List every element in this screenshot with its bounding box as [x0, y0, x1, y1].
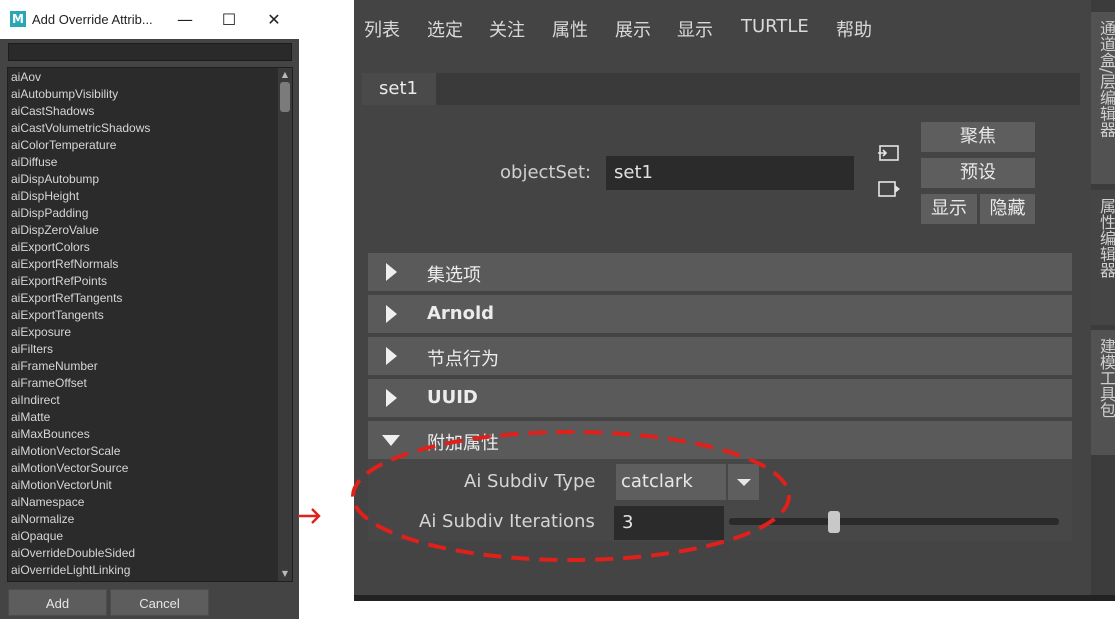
triangle-right-icon	[386, 389, 397, 407]
subdiv-type-label: Ai Subdiv Type	[464, 471, 596, 492]
attribute-list-item[interactable]: aiAov	[11, 70, 279, 87]
attribute-list-item[interactable]: aiIndirect	[11, 393, 279, 410]
section-label: Arnold	[427, 303, 495, 324]
arrow-right-icon	[298, 508, 321, 524]
triangle-right-icon	[386, 347, 397, 365]
attribute-list-item[interactable]: aiDispZeroValue	[11, 223, 279, 240]
load-icon[interactable]	[877, 143, 901, 163]
attribute-list-item[interactable]: aiNormalize	[11, 512, 279, 529]
attribute-list-item[interactable]: aiCastShadows	[11, 104, 279, 121]
section-node-behavior[interactable]: 节点行为	[368, 337, 1072, 375]
triangle-right-icon	[386, 263, 397, 281]
attribute-list-item[interactable]: aiMotionVectorScale	[11, 444, 279, 461]
menu-attributes[interactable]: 属性	[552, 16, 588, 42]
side-tab-label: 通道盒/层编辑器	[1097, 20, 1115, 138]
tab-channel-box[interactable]: 通道盒/层编辑器	[1091, 12, 1115, 184]
attribute-list-item[interactable]: aiColorTemperature	[11, 138, 279, 155]
attribute-list-item[interactable]: aiDispAutobump	[11, 172, 279, 189]
scroll-up-icon[interactable]: ▲	[278, 68, 292, 82]
show-button[interactable]: 显示	[921, 194, 977, 224]
attribute-list[interactable]: aiAov aiAutobumpVisibility aiCastShadows ai…	[7, 67, 293, 582]
tab-modeling-toolkit[interactable]: 建模工具包	[1091, 330, 1115, 455]
attribute-list-items: aiAov aiAutobumpVisibility aiCastShadows ai…	[11, 70, 279, 580]
attribute-list-item[interactable]: aiNamespace	[11, 495, 279, 512]
object-set-field[interactable]: set1	[606, 156, 854, 190]
menu-show[interactable]: 展示	[615, 16, 651, 42]
dialog-title: Add Override Attrib...	[32, 12, 153, 27]
scrollbar-thumb[interactable]	[280, 82, 290, 112]
attribute-list-item[interactable]: aiOverrideLightLinking	[11, 563, 279, 580]
section-label: 附加属性	[427, 433, 499, 454]
side-tab-strip: 通道盒/层编辑器 属性编辑器 建模工具包	[1091, 0, 1115, 595]
attribute-editor: 列表 选定 关注 属性 展示 显示 TURTLE 帮助 set1 objectS…	[354, 0, 1115, 601]
triangle-right-icon	[386, 305, 397, 323]
close-button[interactable]: ✕	[259, 8, 289, 32]
menu-selected[interactable]: 选定	[427, 16, 463, 42]
menu-help[interactable]: 帮助	[836, 16, 872, 42]
hide-button[interactable]: 隐藏	[980, 194, 1035, 224]
attribute-list-item[interactable]: aiDispHeight	[11, 189, 279, 206]
attribute-list-item[interactable]: aiDispPadding	[11, 206, 279, 223]
section-arnold[interactable]: Arnold	[368, 295, 1072, 333]
presets-button[interactable]: 预设	[921, 158, 1035, 188]
attribute-filter-input[interactable]	[8, 43, 292, 61]
section-extra-attributes[interactable]: 附加属性	[368, 421, 1072, 459]
section-set-options[interactable]: 集选项	[368, 253, 1072, 291]
section-label: 集选项	[427, 265, 481, 286]
object-set-label: objectSet:	[500, 162, 592, 183]
subdiv-type-dropdown-button[interactable]	[728, 464, 759, 500]
attribute-list-item[interactable]: aiExportRefNormals	[11, 257, 279, 274]
attribute-list-item[interactable]: aiMotionVectorUnit	[11, 478, 279, 495]
section-label: 节点行为	[427, 349, 499, 370]
side-tab-label: 建模工具包	[1097, 338, 1115, 418]
attribute-list-item[interactable]: aiExportRefTangents	[11, 291, 279, 308]
subdiv-iterations-field[interactable]: 3	[614, 506, 724, 540]
attribute-list-item[interactable]: aiExportColors	[11, 240, 279, 257]
side-tab-label: 属性编辑器	[1097, 198, 1115, 278]
attribute-list-item[interactable]: aiAutobumpVisibility	[11, 87, 279, 104]
attribute-list-item[interactable]: aiFilters	[11, 342, 279, 359]
maximize-button[interactable]: ☐	[214, 8, 244, 32]
add-override-attribute-dialog: M Add Override Attrib... — ☐ ✕ aiAov aiAu…	[0, 0, 299, 619]
subdiv-iterations-slider[interactable]	[729, 518, 1059, 525]
slider-handle[interactable]	[827, 511, 840, 533]
maya-logo-icon: M	[10, 11, 26, 27]
focus-button[interactable]: 聚焦	[921, 122, 1035, 152]
attribute-list-item[interactable]: aiOpaque	[11, 529, 279, 546]
attribute-list-item[interactable]: aiExportTangents	[11, 308, 279, 325]
attribute-list-item[interactable]: aiFrameOffset	[11, 376, 279, 393]
dialog-titlebar: M Add Override Attrib... — ☐ ✕	[0, 0, 299, 39]
attribute-list-item[interactable]: aiExportRefPoints	[11, 274, 279, 291]
section-label: UUID	[427, 387, 478, 408]
attribute-list-item[interactable]: aiExposure	[11, 325, 279, 342]
section-uuid[interactable]: UUID	[368, 379, 1072, 417]
add-button[interactable]: Add	[8, 589, 107, 616]
scroll-down-icon[interactable]: ▼	[278, 567, 292, 581]
menu-turtle[interactable]: TURTLE	[741, 16, 809, 37]
attribute-list-item[interactable]: aiOverrideDoubleSided	[11, 546, 279, 563]
minimize-button[interactable]: —	[170, 8, 200, 32]
attribute-list-scrollbar[interactable]: ▲ ▼	[278, 68, 292, 581]
attribute-list-item[interactable]: aiMaxBounces	[11, 427, 279, 444]
subdiv-iterations-label: Ai Subdiv Iterations	[419, 511, 595, 532]
menu-display[interactable]: 显示	[677, 16, 713, 42]
attribute-list-item[interactable]: aiDiffuse	[11, 155, 279, 172]
attribute-list-item[interactable]: aiCastVolumetricShadows	[11, 121, 279, 138]
editor-bottom-border	[354, 595, 1115, 601]
tab-attribute-editor[interactable]: 属性编辑器	[1091, 190, 1115, 325]
menu-list[interactable]: 列表	[364, 16, 400, 42]
menu-bar: 列表 选定 关注 属性 展示 显示 TURTLE 帮助	[354, 0, 1094, 56]
tab-set1[interactable]: set1	[362, 73, 436, 105]
node-tab-bar: set1	[362, 73, 1080, 105]
select-icon[interactable]	[877, 179, 901, 199]
attribute-list-item[interactable]: aiMotionVectorSource	[11, 461, 279, 478]
attribute-list-item[interactable]: aiMatte	[11, 410, 279, 427]
attribute-list-item[interactable]: aiFrameNumber	[11, 359, 279, 376]
subdiv-type-dropdown[interactable]: catclark	[616, 464, 726, 500]
cancel-button[interactable]: Cancel	[110, 589, 209, 616]
menu-focus[interactable]: 关注	[489, 16, 525, 42]
dropdown-arrow-icon	[737, 479, 751, 486]
triangle-down-icon	[382, 435, 400, 446]
